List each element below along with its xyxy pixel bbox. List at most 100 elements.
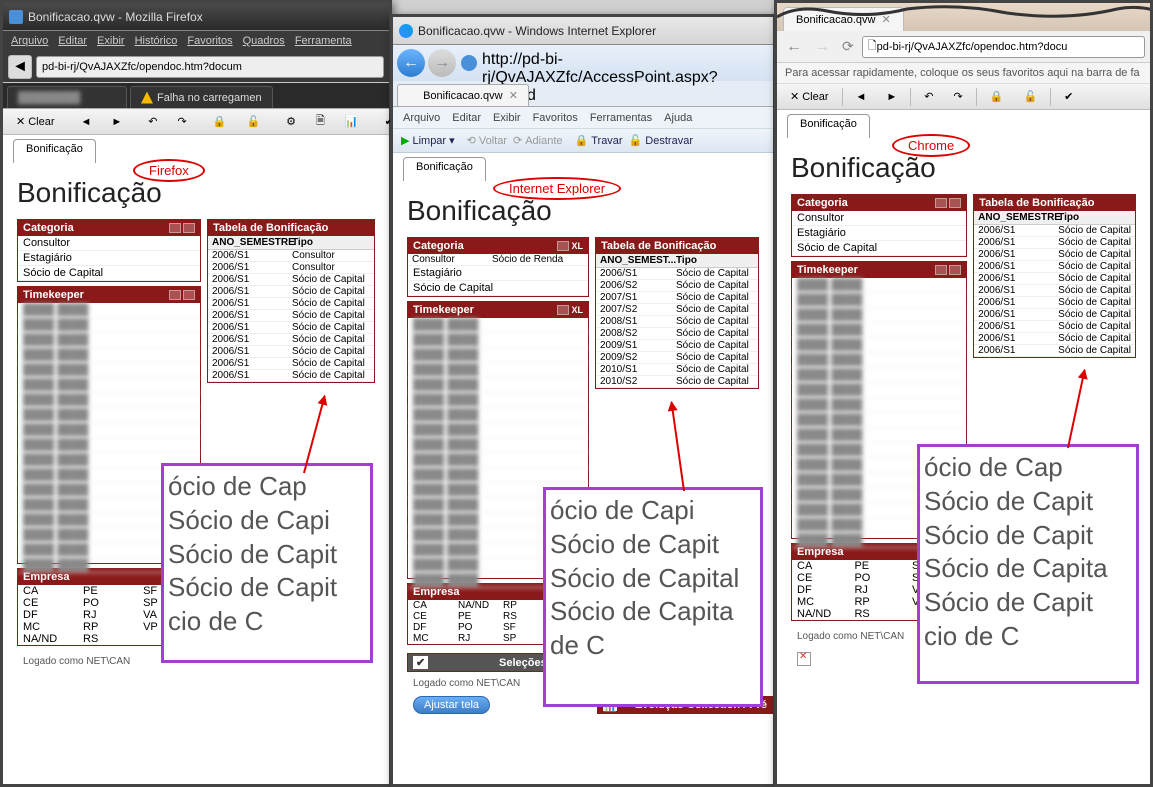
table-row[interactable]: 2007/S1Sócio de Capital (596, 292, 758, 304)
col-header[interactable]: Tipo (1054, 211, 1083, 224)
table-row[interactable]: 2006/S1Sócio de Capital (974, 273, 1135, 285)
list-item[interactable]: MC (792, 596, 849, 608)
ie-menubar[interactable]: Arquivo Editar Exibir Favoritos Ferramen… (393, 107, 773, 129)
list-item[interactable]: ████ ████ (408, 423, 588, 438)
adiante-btn[interactable]: ⟳Adiante (513, 134, 563, 147)
clear-button[interactable]: ✕ Clear (783, 87, 836, 106)
menu-item[interactable]: Ferramentas (590, 112, 652, 124)
list-item[interactable]: DF (18, 609, 78, 621)
list-item[interactable]: MC (408, 633, 453, 644)
list-item[interactable]: PO (453, 622, 498, 633)
table-rows[interactable]: 2006/S1Sócio de Capital2006/S1Sócio de C… (974, 225, 1135, 357)
box-icon[interactable] (949, 265, 961, 275)
tab-1[interactable]: ████████ (7, 86, 127, 108)
list-item[interactable]: RP (78, 621, 138, 633)
redo-btn[interactable]: ↷ (947, 87, 970, 106)
list-item[interactable]: ████ ████ (792, 308, 966, 323)
list-item[interactable]: MC (18, 621, 78, 633)
undo-btn[interactable]: ↶ (141, 112, 164, 131)
check-btn[interactable]: ✔ (1057, 87, 1080, 106)
table-row[interactable]: 2006/S1Sócio de Capital (974, 321, 1135, 333)
list-item[interactable]: ████ ████ (408, 363, 588, 378)
list-item[interactable]: Estagiário (18, 251, 200, 266)
fwd-btn[interactable]: ► (879, 88, 904, 106)
table-row[interactable]: 2006/S1Sócio de Capital (208, 298, 374, 310)
table-row[interactable]: 2009/S1Sócio de Capital (596, 340, 758, 352)
back-button[interactable]: ◄ (8, 55, 32, 79)
travar-btn[interactable]: 🔒Travar (575, 134, 623, 147)
list-item[interactable]: Sócio de Capital (792, 241, 966, 256)
qv-tab[interactable]: Bonificação (787, 114, 870, 138)
undo-btn[interactable]: ↶ (917, 87, 940, 106)
list-item[interactable]: RJ (453, 633, 498, 644)
lock-btn[interactable]: 🔒 (983, 87, 1011, 106)
table-row[interactable]: 2010/S1Sócio de Capital (596, 364, 758, 376)
categoria-list[interactable]: Consultor Estagiário Sócio de Capital (792, 211, 966, 256)
lock-btn[interactable]: 🔒 (206, 112, 234, 131)
col-header[interactable]: ANO_SEMEST... (596, 254, 672, 267)
box-icon[interactable] (169, 290, 181, 300)
table-row[interactable]: 2006/S1Sócio de Capital (208, 370, 374, 382)
qv-tab[interactable]: Bonificação (13, 139, 96, 163)
list-item[interactable]: ████ ████ (18, 423, 200, 438)
table-row[interactable]: 2006/S1Sócio de Capital (208, 334, 374, 346)
list-item[interactable]: Sócio de Capital (18, 266, 200, 281)
table-row[interactable]: 2006/S1Sócio de Capital (974, 297, 1135, 309)
menu-favoritos[interactable]: Favoritos (187, 35, 232, 47)
list-item[interactable]: ████ ████ (18, 378, 200, 393)
refresh-icon[interactable] (461, 55, 477, 71)
col-header[interactable]: Tipo (288, 236, 317, 249)
list-item[interactable]: CA (792, 560, 849, 572)
menu-item[interactable]: Favoritos (533, 112, 578, 124)
reload-button[interactable]: ⟳ (838, 38, 858, 55)
list-item[interactable]: ████ ████ (792, 368, 966, 383)
menu-arquivo[interactable]: Arquivo (11, 35, 48, 47)
list-item[interactable]: PE (453, 611, 498, 622)
redo-btn[interactable]: ↷ (171, 112, 194, 131)
col-header[interactable]: ANO_SEMESTRE (974, 211, 1054, 224)
qv-tab[interactable]: Bonificação (403, 157, 486, 181)
back-button[interactable]: ← (397, 49, 425, 77)
unlock-btn[interactable]: 🔓 (1016, 87, 1044, 106)
list-item[interactable]: DF (408, 622, 453, 633)
list-item[interactable]: Estagiário (792, 226, 966, 241)
table-row[interactable]: 2006/S1Sócio de Capital (208, 358, 374, 370)
clear-button[interactable]: ✕ Clear (9, 112, 62, 131)
col-header[interactable]: Tipo (672, 254, 701, 267)
limpar-btn[interactable]: ▶Limpar▾ (401, 134, 455, 147)
categoria-list[interactable]: Consultor Estagiário Sócio de Capital (18, 236, 200, 281)
tab-error[interactable]: Falha no carregamen (130, 86, 273, 108)
list-item[interactable]: ████ ████ (18, 303, 200, 318)
table-row[interactable]: 2006/S1Sócio de Capital (974, 309, 1135, 321)
list-item[interactable]: ████ ████ (408, 318, 588, 333)
list-item[interactable]: ████ ████ (792, 293, 966, 308)
unlock-btn[interactable]: 🔓 (239, 112, 267, 131)
list-item[interactable]: ████ ████ (792, 428, 966, 443)
table-row[interactable]: 2006/S1Sócio de Capital (208, 286, 374, 298)
list-item[interactable]: CE (408, 611, 453, 622)
table-row[interactable]: 2006/S1Consultor (208, 262, 374, 274)
ie-tab[interactable]: Bonificacao.qvw ✕ (397, 84, 529, 106)
list-item[interactable]: ████ ████ (408, 393, 588, 408)
tool-btn[interactable]: 📊 (338, 112, 366, 131)
table-row[interactable]: 2006/S1Sócio de Capital (974, 225, 1135, 237)
list-item[interactable]: CA (18, 585, 78, 597)
fwd-button[interactable]: → (428, 49, 456, 77)
list-item[interactable]: RJ (78, 609, 138, 621)
table-row[interactable]: 2009/S2Sócio de Capital (596, 352, 758, 364)
menu-quadros[interactable]: Quadros (243, 35, 285, 47)
destravar-btn[interactable]: 🔓Destravar (629, 134, 693, 147)
list-item[interactable]: NA/ND (453, 600, 498, 611)
list-item[interactable]: ████ ████ (408, 348, 588, 363)
menu-historico[interactable]: Histórico (135, 35, 178, 47)
list-item[interactable]: ████ ████ (18, 393, 200, 408)
menu-ferramentas[interactable]: Ferramenta (295, 35, 352, 47)
table-row[interactable]: 2006/S1Sócio de Capital (974, 333, 1135, 345)
list-item[interactable]: ████ ████ (408, 378, 588, 393)
ajustar-button[interactable]: Ajustar tela (413, 696, 490, 714)
table-row[interactable]: 2007/S2Sócio de Capital (596, 304, 758, 316)
menubar[interactable]: Arquivo Editar Exibir Histórico Favorito… (3, 31, 389, 51)
box-icon[interactable] (183, 290, 195, 300)
tool-btn[interactable]: 🗎 (309, 109, 332, 134)
fwd-button[interactable]: → (810, 38, 834, 56)
